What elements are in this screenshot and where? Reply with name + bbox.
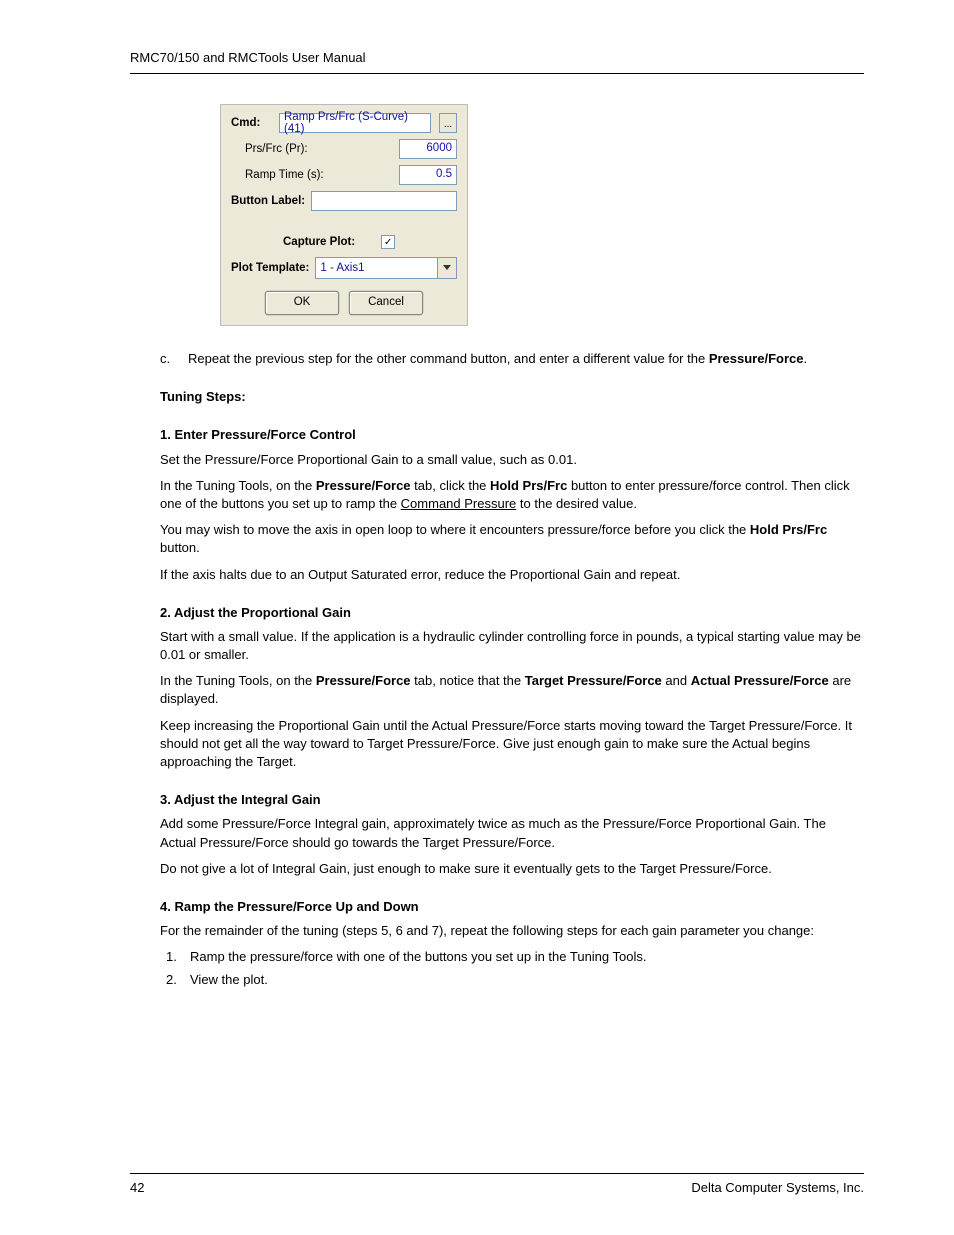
step4-title: 4. Ramp the Pressure/Force Up and Down xyxy=(160,898,864,916)
page-footer: 42 Delta Computer Systems, Inc. xyxy=(130,1173,864,1195)
ok-button[interactable]: OK xyxy=(265,291,339,315)
text-bold: Hold Prs/Frc xyxy=(490,478,567,493)
text: In the Tuning Tools, on the xyxy=(160,478,316,493)
text: . xyxy=(803,351,807,366)
para: For the remainder of the tuning (steps 5… xyxy=(160,922,864,940)
plot-template-dropdown[interactable]: 1 - Axis1 xyxy=(315,257,457,279)
step-c: c. Repeat the previous step for the othe… xyxy=(160,350,864,368)
text: to the desired value. xyxy=(516,496,637,511)
text-bold: Pressure/Force xyxy=(709,351,804,366)
cmd-input[interactable]: Ramp Prs/Frc (S-Curve) (41) xyxy=(279,113,431,133)
text: button. xyxy=(160,540,200,555)
para: In the Tuning Tools, on the Pressure/For… xyxy=(160,477,864,513)
text-bold: Target Pressure/Force xyxy=(525,673,662,688)
list-marker: 2. xyxy=(166,971,190,989)
prs-input[interactable]: 6000 xyxy=(399,139,457,159)
step2-title: 2. Adjust the Proportional Gain xyxy=(160,604,864,622)
button-label-label: Button Label: xyxy=(231,195,305,207)
text-bold: Pressure/Force xyxy=(316,478,411,493)
list-marker: 1. xyxy=(166,948,190,966)
page-header: RMC70/150 and RMCTools User Manual xyxy=(130,50,864,74)
text-bold: Pressure/Force xyxy=(316,673,411,688)
text-bold: Actual Pressure/Force xyxy=(691,673,829,688)
para: Add some Pressure/Force Integral gain, a… xyxy=(160,815,864,851)
text-bold: Hold Prs/Frc xyxy=(750,522,827,537)
text: Ramp the pressure/force with one of the … xyxy=(190,948,646,966)
ramp-input[interactable]: 0.5 xyxy=(399,165,457,185)
page-number: 42 xyxy=(130,1180,144,1195)
list-item: 2. View the plot. xyxy=(166,971,864,989)
para: Start with a small value. If the applica… xyxy=(160,628,864,664)
para: You may wish to move the axis in open lo… xyxy=(160,521,864,557)
company-name: Delta Computer Systems, Inc. xyxy=(691,1180,864,1195)
capture-plot-label: Capture Plot: xyxy=(283,236,355,248)
text: You may wish to move the axis in open lo… xyxy=(160,522,750,537)
command-dialog: Cmd: Ramp Prs/Frc (S-Curve) (41) ... Prs… xyxy=(220,104,468,326)
para: Set the Pressure/Force Proportional Gain… xyxy=(160,451,864,469)
para: If the axis halts due to an Output Satur… xyxy=(160,566,864,584)
prs-label: Prs/Frc (Pr): xyxy=(231,143,393,155)
chevron-down-icon xyxy=(437,258,456,278)
list-marker: c. xyxy=(160,350,188,368)
para: In the Tuning Tools, on the Pressure/For… xyxy=(160,672,864,708)
body-content: c. Repeat the previous step for the othe… xyxy=(130,350,864,989)
cmd-label: Cmd: xyxy=(231,117,273,129)
link-command-pressure[interactable]: Command Pressure xyxy=(401,496,517,511)
plot-template-label: Plot Template: xyxy=(231,262,309,274)
para: Keep increasing the Proportional Gain un… xyxy=(160,717,864,772)
para: Do not give a lot of Integral Gain, just… xyxy=(160,860,864,878)
ramp-label: Ramp Time (s): xyxy=(231,169,393,181)
button-label-input[interactable] xyxy=(311,191,457,211)
text: Repeat the previous step for the other c… xyxy=(188,351,709,366)
capture-plot-checkbox[interactable]: ✓ xyxy=(381,235,395,249)
text: tab, click the xyxy=(411,478,490,493)
plot-template-value: 1 - Axis1 xyxy=(320,262,364,274)
cancel-button[interactable]: Cancel xyxy=(349,291,423,315)
tuning-steps-title: Tuning Steps: xyxy=(160,388,864,406)
cmd-browse-button[interactable]: ... xyxy=(439,113,457,133)
text: View the plot. xyxy=(190,971,268,989)
list-item: 1. Ramp the pressure/force with one of t… xyxy=(166,948,864,966)
text: and xyxy=(662,673,691,688)
step3-title: 3. Adjust the Integral Gain xyxy=(160,791,864,809)
text: In the Tuning Tools, on the xyxy=(160,673,316,688)
step1-title: 1. Enter Pressure/Force Control xyxy=(160,426,864,444)
text: tab, notice that the xyxy=(411,673,525,688)
